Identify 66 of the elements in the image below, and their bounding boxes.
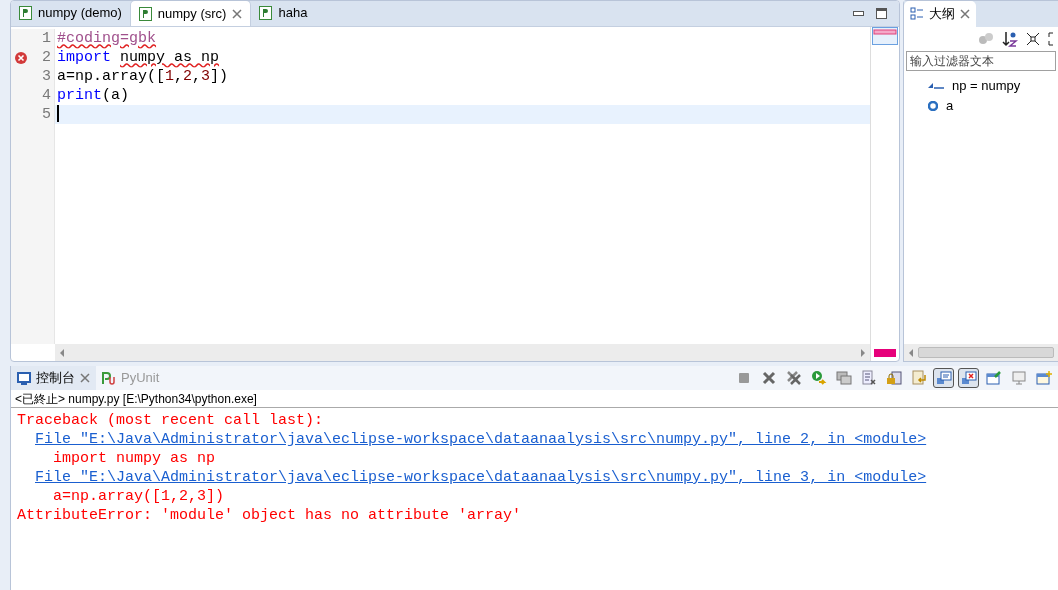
monitor-error-icon (960, 370, 977, 386)
filter-icon[interactable] (978, 32, 994, 46)
code-line: #coding=gbk (57, 29, 157, 48)
code-line: a=np.array([1,2,3]) (57, 67, 229, 86)
variable-icon (928, 100, 938, 111)
lock-icon (885, 370, 902, 386)
monitor-icon (935, 370, 952, 386)
expand-icon[interactable] (1048, 32, 1056, 46)
import-icon (928, 81, 944, 90)
line-number: 5 (41, 105, 51, 124)
sort-icon[interactable] (1002, 31, 1018, 47)
console-output-line: Traceback (most recent call last): (17, 411, 324, 430)
close-icon[interactable] (960, 9, 970, 19)
close-icon[interactable] (80, 373, 90, 383)
editor-tab[interactable]: haha (251, 1, 316, 26)
close-icon[interactable] (232, 8, 243, 19)
line-number: 3 (41, 67, 51, 86)
code-line: print(a) (57, 86, 130, 105)
code-line: import numpy as np (57, 48, 220, 67)
close-icon (760, 370, 777, 386)
outline-item[interactable]: np = numpy (952, 75, 1021, 96)
filter-field[interactable]: 输入过滤器文本 (906, 51, 1056, 71)
console-output-line: AttributeError: 'module' object has no attribute 'array' (17, 506, 522, 525)
pyunit-icon (102, 371, 116, 385)
error-icon (15, 51, 27, 64)
file-link[interactable]: File "E:\Java\Administrator\java\eclipse-workspace\dataanaalysis\src\numpy.py", line 3, in <module> (35, 468, 927, 487)
collapse-icon[interactable] (1026, 32, 1040, 46)
line-number: 2 (41, 48, 51, 67)
toolbar-button[interactable] (958, 368, 979, 388)
document-arrow-icon (910, 370, 927, 386)
new-window-icon (1035, 370, 1052, 386)
console-output-line: import numpy as np (53, 449, 216, 468)
windows-icon (835, 370, 852, 386)
toolbar-button[interactable] (933, 368, 954, 388)
outline-tab[interactable]: 大纲 (904, 1, 976, 27)
console-output-line: a=np.array([1,2,3]) (53, 487, 225, 506)
editor-tab[interactable]: numpy (src) (129, 1, 252, 26)
outline-icon (910, 7, 924, 21)
error-marker-icon[interactable] (874, 349, 896, 357)
console-icon (17, 371, 31, 385)
scroll-right-icon (860, 348, 866, 357)
overview-ruler-icon[interactable] (872, 27, 898, 45)
document-x-icon (860, 370, 877, 386)
scroll-left-icon (59, 348, 65, 357)
console-tab[interactable]: 控制台 (11, 366, 96, 390)
run-icon (810, 370, 827, 386)
line-number: 1 (41, 29, 51, 48)
pin-icon (985, 370, 1002, 386)
text-cursor (57, 105, 59, 122)
python-file-icon (138, 6, 152, 21)
horizontal-scrollbar[interactable] (904, 344, 1058, 361)
python-file-icon (259, 6, 273, 20)
horizontal-scrollbar[interactable] (55, 344, 870, 361)
toolbar-button[interactable] (983, 368, 1004, 388)
minimize-icon[interactable] (853, 10, 864, 16)
python-file-icon (19, 6, 32, 20)
display-icon (1010, 370, 1027, 386)
toolbar-button[interactable] (1033, 368, 1054, 388)
maximize-icon[interactable] (876, 7, 887, 19)
editor-tab[interactable]: numpy (demo) (11, 1, 130, 26)
double-x-icon (785, 370, 802, 386)
process-status: <已終止> numpy.py [E:\Python34\python.exe] (11, 390, 1058, 408)
file-link[interactable]: File "E:\Java\Administrator\java\eclipse-workspace\dataanaalysis\src\numpy.py", line 2, in <module> (35, 430, 927, 449)
outline-item[interactable]: a (946, 95, 954, 116)
scroll-left-icon (908, 348, 914, 357)
line-number: 4 (41, 86, 51, 105)
